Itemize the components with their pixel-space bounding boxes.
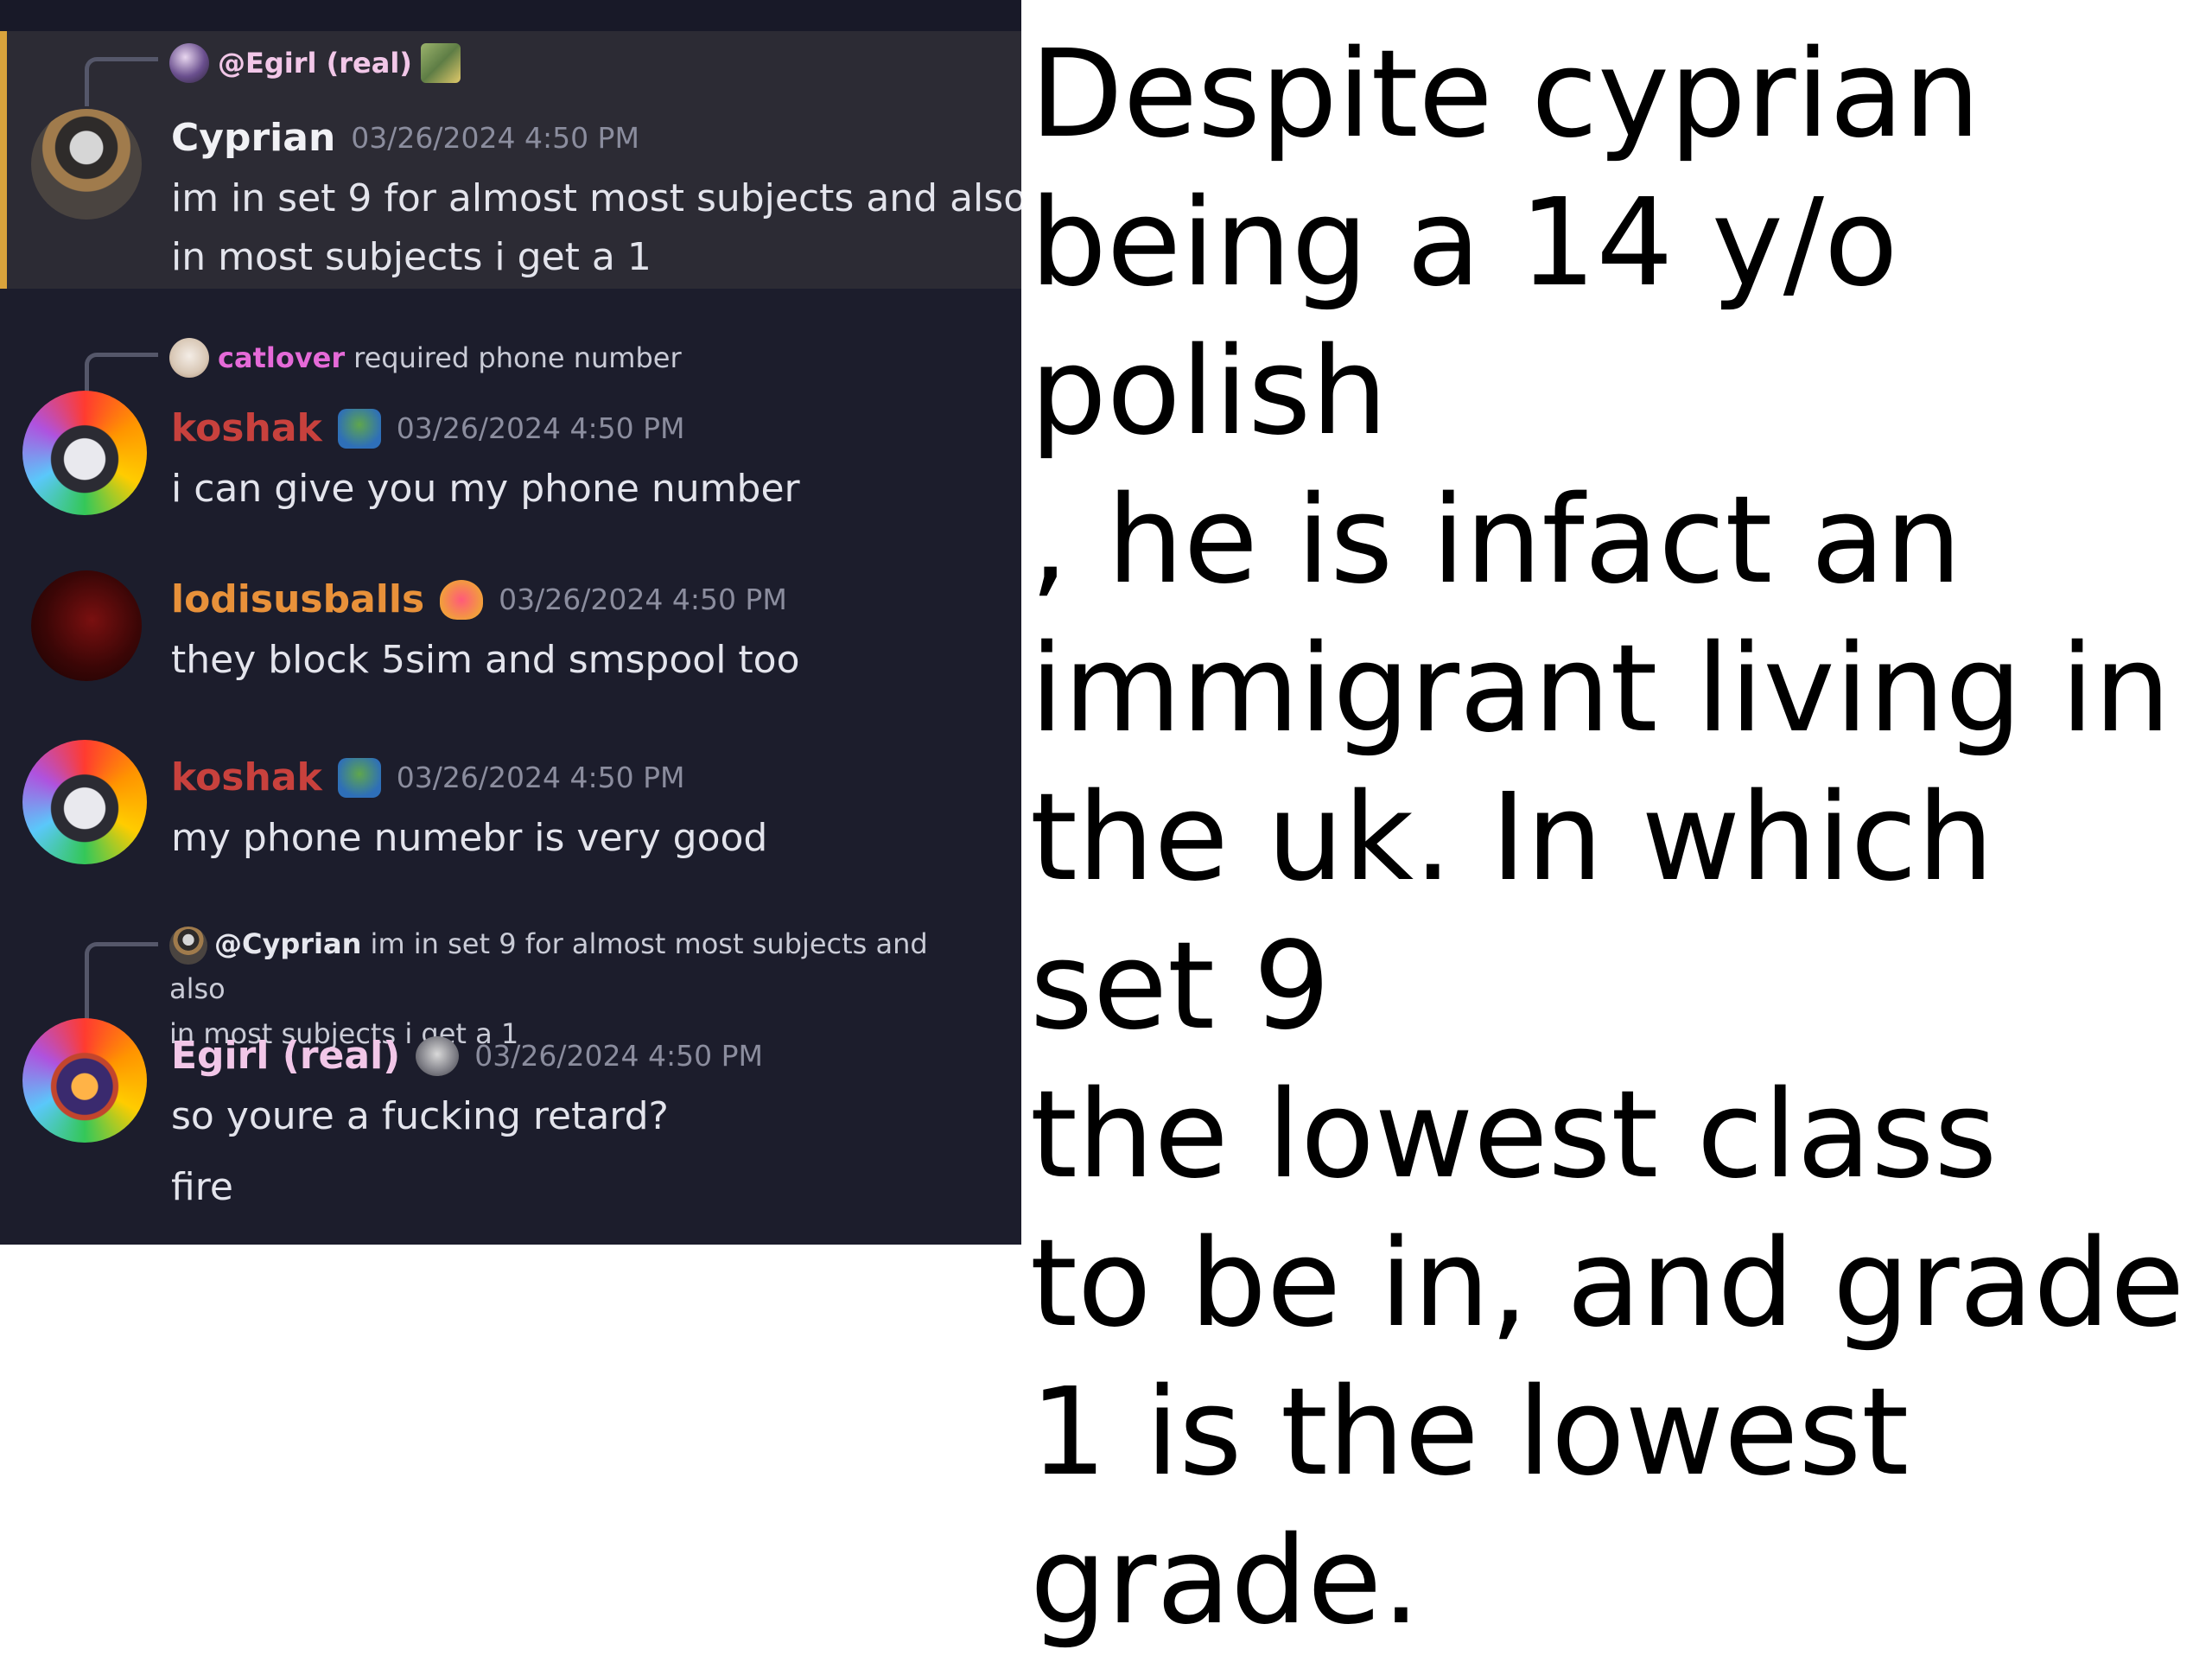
reply-connector — [85, 57, 158, 106]
message-content: so youre a fucking retard? fire — [171, 1087, 1021, 1217]
message-line: in most subjects i get a 1 — [171, 235, 652, 279]
timestamp: 03/26/2024 4:50 PM — [351, 121, 639, 155]
message-line: my phone numebr is very good — [171, 816, 768, 860]
author-name[interactable]: koshak — [171, 406, 322, 450]
message-header: koshak 03/26/2024 4:50 PM — [171, 406, 684, 450]
timestamp: 03/26/2024 4:50 PM — [474, 1039, 763, 1073]
author-name[interactable]: koshak — [171, 755, 322, 799]
chat-top-bar — [0, 0, 1021, 31]
author-name[interactable]: Egirl (real) — [171, 1034, 400, 1078]
reply-preview[interactable]: catlover required phone number — [169, 338, 682, 378]
message-content: im in set 9 for almost most subjects and… — [171, 169, 1021, 287]
clown-cat-avatar[interactable] — [22, 740, 147, 864]
message-header: Egirl (real) 03/26/2024 4:50 PM — [171, 1034, 763, 1078]
cat-sombrero-avatar-small — [169, 927, 207, 965]
message-line: fire — [171, 1165, 233, 1209]
message-line: they block 5sim and smspool too — [171, 638, 800, 682]
message-header: Cyprian 03/26/2024 4:50 PM — [171, 116, 639, 160]
caption-text: Despite cyprian being a 14 y/o polish , … — [1030, 24, 2185, 1652]
timestamp: 03/26/2024 4:50 PM — [396, 761, 685, 794]
author-name[interactable]: Cyprian — [171, 116, 335, 160]
pepe-badge-icon — [337, 408, 381, 449]
message-content: my phone numebr is very good — [171, 809, 1021, 868]
clown-cat-fire-avatar[interactable] — [22, 1018, 147, 1143]
dark-red-avatar[interactable] — [31, 570, 142, 681]
sticker-icon — [420, 43, 461, 83]
pepe-badge-icon — [337, 757, 381, 798]
message-content: i can give you my phone number — [171, 460, 1021, 519]
heart-badge-icon — [440, 579, 484, 620]
message-line: i can give you my phone number — [171, 467, 800, 511]
skull-badge-icon — [416, 1035, 460, 1076]
message-line: so youre a fucking retard? — [171, 1094, 669, 1138]
timestamp: 03/26/2024 4:50 PM — [396, 411, 685, 445]
reply-author-name[interactable]: @Cyprian — [214, 927, 361, 960]
message-header: koshak 03/26/2024 4:50 PM — [171, 755, 684, 799]
timestamp: 03/26/2024 4:50 PM — [499, 583, 787, 616]
discord-chat-panel: @Egirl (real) Cyprian 03/26/2024 4:50 PM… — [0, 0, 1021, 1245]
author-name[interactable]: lodisusballs — [171, 577, 424, 621]
message-header: lodisusballs 03/26/2024 4:50 PM — [171, 577, 787, 621]
clown-cat-avatar[interactable] — [22, 391, 147, 515]
cat-avatar-icon — [169, 338, 209, 378]
reply-connector — [85, 942, 158, 1029]
message-content: they block 5sim and smspool too — [171, 631, 1021, 690]
mention-highlight-bar — [0, 31, 7, 289]
reply-preview[interactable]: @Egirl (real) — [169, 43, 461, 83]
cat-sombrero-avatar[interactable] — [31, 109, 142, 220]
anime-avatar-icon — [169, 43, 209, 83]
reply-text: required phone number — [353, 341, 682, 374]
message-line: im in set 9 for almost most subjects and… — [171, 176, 1021, 220]
reply-author-name[interactable]: @Egirl (real) — [218, 47, 412, 80]
reply-author-name[interactable]: catlover — [218, 341, 345, 374]
